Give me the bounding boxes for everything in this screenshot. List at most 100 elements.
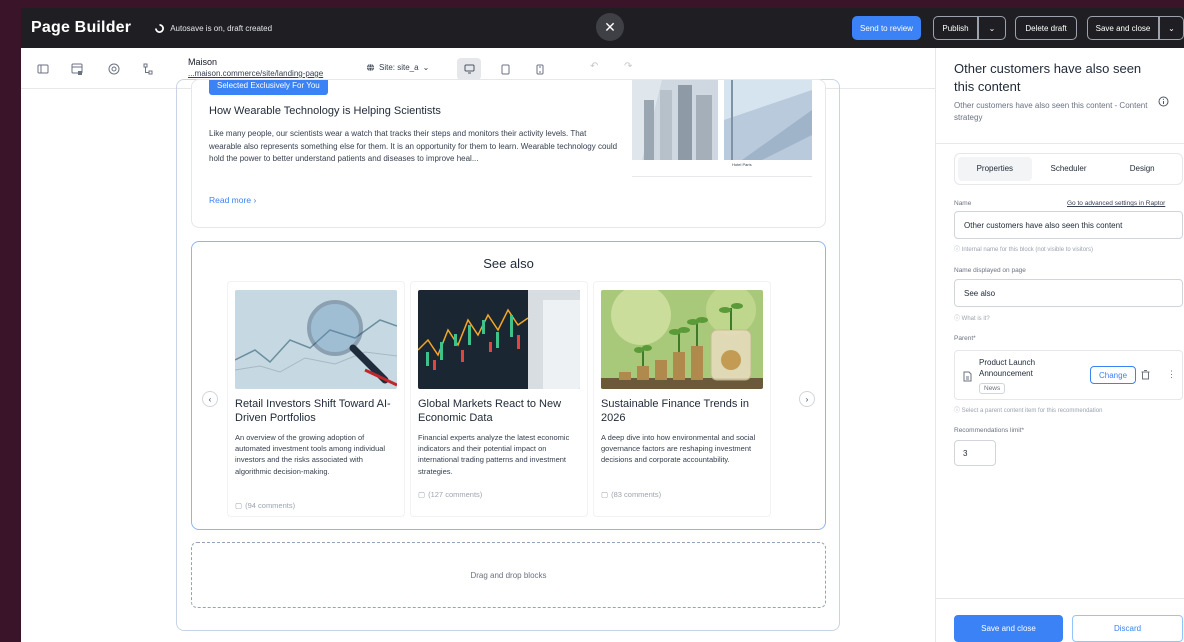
editor-canvas: Selected Exclusively For You How Wearabl… <box>21 79 935 642</box>
autosave-text: Autosave is on, draft created <box>170 23 273 33</box>
publish-button[interactable]: Publish <box>933 16 978 40</box>
card-title: Sustainable Finance Trends in 2026 <box>601 398 749 424</box>
display-hint-text: What is it? <box>961 316 990 322</box>
advanced-settings-link[interactable]: Go to advanced settings in Raptor <box>1067 200 1165 207</box>
stock-chart-image <box>418 290 580 389</box>
parent-hint-text: Select a parent content item for this re… <box>961 408 1103 414</box>
layout-icon[interactable] <box>36 62 50 76</box>
autosave-status: Autosave is on, draft created <box>155 24 272 33</box>
site-selector[interactable]: Site: site_a ⌄ <box>366 63 429 72</box>
trash-icon[interactable] <box>1141 370 1150 380</box>
send-to-review-button[interactable]: Send to review <box>852 16 921 40</box>
dropzone-label: Drag and drop blocks <box>470 570 547 580</box>
panel-tabs: Properties Scheduler Design <box>954 153 1183 185</box>
comment-icon: ▢ <box>601 490 609 499</box>
recommendations-limit-field[interactable]: 3 <box>954 440 996 466</box>
chevron-down-icon: ⌄ <box>422 63 430 72</box>
tablet-icon[interactable] <box>498 62 512 76</box>
at-icon[interactable] <box>107 62 121 76</box>
page-builder-window: Page Builder Autosave is on, draft creat… <box>21 8 1184 642</box>
publish-dropdown-button[interactable]: ⌄ <box>978 16 1006 40</box>
more-vertical-icon[interactable]: ⋮ <box>1167 369 1176 380</box>
parent-label: Parent* <box>954 335 976 342</box>
card-title: Retail Investors Shift Toward AI-Driven … <box>235 398 391 424</box>
card-title: Global Markets React to New Economic Dat… <box>418 398 562 424</box>
parent-tag: News <box>979 383 1006 394</box>
tab-scheduler[interactable]: Scheduler <box>1032 157 1106 181</box>
display-name-label: Name displayed on page <box>954 267 1026 274</box>
tree-icon[interactable] <box>141 62 155 76</box>
blocks-icon[interactable] <box>70 62 84 76</box>
recommendation-card[interactable]: Retail Investors Shift Toward AI-Driven … <box>227 281 405 517</box>
change-parent-button[interactable]: Change <box>1090 366 1137 384</box>
coins-plant-image <box>601 290 763 389</box>
panel-divider <box>936 143 1184 144</box>
article-card[interactable]: Selected Exclusively For You How Wearabl… <box>191 79 826 228</box>
save-and-close-button[interactable]: Save and close <box>954 615 1063 642</box>
comment-icon: ▢ <box>235 501 243 510</box>
carousel-next-button[interactable]: › <box>799 391 815 407</box>
comment-count: (127 comments) <box>428 490 483 499</box>
drag-drop-zone[interactable]: Drag and drop blocks <box>191 542 826 608</box>
document-icon <box>963 371 972 382</box>
image-caption: Hotel Paris <box>732 162 752 167</box>
parent-item: Product Launch Announcement News Change … <box>954 350 1183 400</box>
top-bar: Page Builder Autosave is on, draft creat… <box>21 8 1184 48</box>
chevron-right-icon: › <box>805 394 809 404</box>
tab-properties[interactable]: Properties <box>958 157 1032 181</box>
card-description: An overview of the growing adoption of a… <box>235 433 386 476</box>
chevron-right-icon: › <box>253 195 257 205</box>
parent-hint: ⓘ Select a parent content item for this … <box>954 408 1103 414</box>
name-field[interactable]: Other customers have also seen this cont… <box>954 211 1183 239</box>
desktop-view-button[interactable] <box>457 58 481 80</box>
recommendation-card[interactable]: Sustainable Finance Trends in 2026 A dee… <box>593 281 771 517</box>
panel-subtitle: Other customers have also seen this cont… <box>954 101 1148 122</box>
discard-button[interactable]: Discard <box>1072 615 1183 642</box>
card-comments: ▢ (83 comments) <box>601 490 661 499</box>
image-divider <box>632 176 812 178</box>
article-body: Like many people, our scientists wear a … <box>209 129 618 163</box>
see-also-block[interactable]: See also ‹ › Retail Investors Shift Towa… <box>191 241 826 530</box>
selected-badge: Selected Exclusively For You <box>209 80 328 95</box>
magnifier-chart-image <box>235 290 397 389</box>
panel-title: Other customers have also seen this cont… <box>954 61 1142 94</box>
save-and-close-top-button[interactable]: Save and close <box>1087 16 1159 40</box>
article-title: How Wearable Technology is Helping Scien… <box>209 105 441 117</box>
name-label: Name <box>954 200 972 207</box>
carousel-prev-button[interactable]: ‹ <box>202 391 218 407</box>
parent-name: Product Launch Announcement <box>979 358 1036 378</box>
comment-icon: ▢ <box>418 490 426 499</box>
name-hint-text: Internal name for this block (not visibl… <box>961 247 1094 253</box>
limit-label: Recommendations limit* <box>954 427 1025 434</box>
tab-design[interactable]: Design <box>1105 157 1179 181</box>
comment-count: (83 comments) <box>611 490 662 499</box>
properties-panel: Other customers have also seen this cont… <box>935 48 1184 642</box>
save-dropdown-button[interactable]: ⌄ <box>1159 16 1184 40</box>
chevron-down-icon: ⌄ <box>1168 23 1175 33</box>
name-hint: ⓘ Internal name for this block (not visi… <box>954 247 1094 253</box>
site-url-link[interactable]: ...maison.commerce/site/landing-page <box>188 69 323 78</box>
comment-count: (94 comments) <box>245 501 296 510</box>
read-more-label: Read more <box>209 195 252 205</box>
display-name-field[interactable]: See also <box>954 279 1183 307</box>
globe-icon <box>366 63 375 72</box>
mobile-icon[interactable] <box>533 62 547 76</box>
display-hint[interactable]: ⓘ What is it? <box>954 313 990 322</box>
desktop-icon <box>464 64 474 74</box>
undo-icon[interactable]: ↶ <box>590 61 598 72</box>
redo-icon[interactable]: ↷ <box>624 61 632 72</box>
chevron-left-icon: ‹ <box>208 394 212 404</box>
card-comments: ▢ (94 comments) <box>235 501 295 510</box>
site-name: Maison <box>188 57 218 67</box>
card-description: Financial experts analyze the latest eco… <box>418 433 570 476</box>
recommendation-card[interactable]: Global Markets React to New Economic Dat… <box>410 281 588 517</box>
read-more-link[interactable]: Read more › <box>209 195 256 205</box>
app-title: Page Builder <box>31 19 132 36</box>
autosave-icon <box>155 23 165 33</box>
close-icon[interactable]: ✕ <box>596 13 624 41</box>
card-comments: ▢ (127 comments) <box>418 490 482 499</box>
site-select-label: Site: site_a <box>379 63 419 72</box>
delete-draft-button[interactable]: Delete draft <box>1015 16 1077 40</box>
card-description: A deep dive into how environmental and s… <box>601 433 756 465</box>
panel-footer-divider <box>936 598 1184 599</box>
